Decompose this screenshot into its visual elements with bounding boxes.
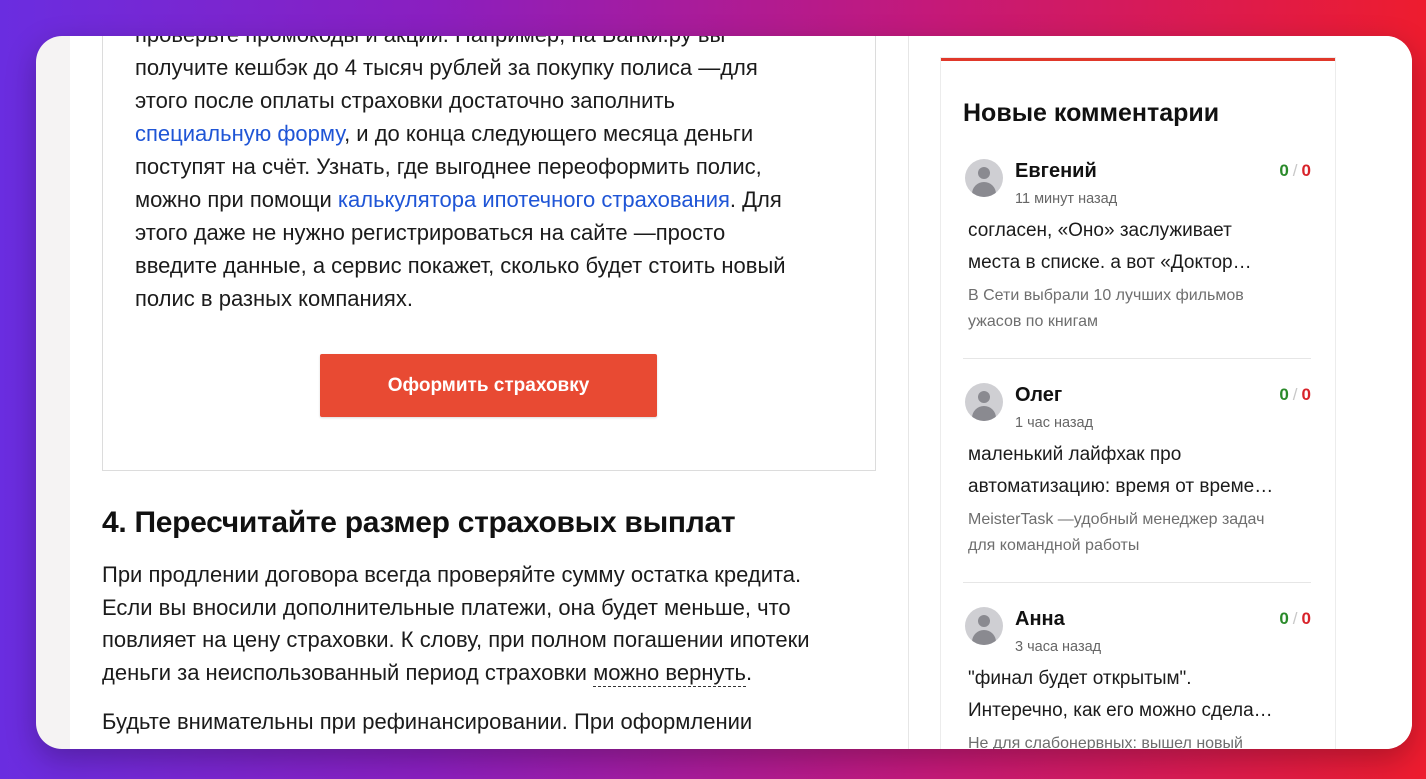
promo-line: получите кешбэк до 4 тысяч рублей за пок… (135, 55, 758, 80)
comment-item[interactable]: Олег 1 час назад 0/0 маленький лайфхак п… (963, 373, 1311, 583)
comment-text-line: места в списке. а вот «Доктор… (968, 252, 1252, 273)
article-title-line: для командной работы (968, 537, 1140, 554)
article-paragraph: При продлении договора всегда проверяйте… (102, 559, 892, 689)
comment-article-link[interactable]: MeisterTask —удобный менеджер задач для … (968, 507, 1313, 559)
paragraph-line-head: деньги за неиспользованный период страхо… (102, 659, 594, 685)
promo-line: введите данные, а сервис покажет, скольк… (135, 253, 786, 278)
promo-text: проверьте промокоды и акции. Например, н… (135, 36, 845, 315)
votes-separator: / (1292, 385, 1298, 404)
section-heading: 4. Пересчитайте размер страховых выплат (102, 506, 736, 539)
votes-separator: / (1292, 161, 1298, 180)
promo-line: этого после оплаты страховки достаточно … (135, 88, 676, 113)
paragraph-line: повлияет на цену страховки. К слову, при… (102, 627, 810, 652)
comment-text[interactable]: "финал будет открытым". Интеречно, как е… (968, 663, 1313, 727)
comment-text-line: маленький лайфхак про (968, 444, 1182, 465)
sidebar-column: Новые комментарии Евгений 11 минут назад… (908, 36, 1412, 749)
refund-tooltip-link[interactable]: можно вернуть (593, 659, 747, 687)
paragraph-line-tail: . (746, 659, 753, 685)
article-paragraph-2: Будьте внимательны при рефинансировании.… (102, 709, 753, 734)
comment-item[interactable]: Анна 3 часа назад 0/0 "финал будет откры… (963, 597, 1311, 749)
votes-down[interactable]: 0 (1302, 385, 1311, 404)
votes-down[interactable]: 0 (1302, 161, 1311, 180)
avatar-icon (965, 607, 1003, 645)
get-insurance-button[interactable]: Оформить страховку (320, 354, 657, 417)
comment-author[interactable]: Олег (1015, 384, 1062, 407)
comment-author[interactable]: Анна (1015, 608, 1065, 631)
comment-item[interactable]: Евгений 11 минут назад 0/0 согласен, «Он… (963, 149, 1311, 359)
votes-down[interactable]: 0 (1302, 609, 1311, 628)
comment-article-link[interactable]: Не для слабонервных: вышел новый (968, 731, 1313, 749)
paragraph-line: При продлении договора всегда проверяйте… (102, 562, 802, 587)
comment-time: 11 минут назад (1015, 191, 1118, 207)
article-title-line: ужасов по книгам (968, 313, 1098, 330)
article-title-line: MeisterTask —удобный менеджер задач (968, 511, 1265, 528)
promo-line: можно при помощи калькулятора ипотечного… (135, 183, 845, 216)
browser-frame: проверьте промокоды и акции. Например, н… (36, 36, 1412, 749)
comment-divider (963, 358, 1311, 359)
comment-time: 1 час назад (1015, 415, 1094, 431)
comment-votes: 0/0 (1279, 385, 1311, 405)
comment-text[interactable]: маленький лайфхак про автоматизацию: вре… (968, 439, 1313, 503)
promo-line-tail: . Для (729, 187, 782, 212)
article-title-line: Не для слабонервных: вышел новый (968, 735, 1243, 749)
comment-votes: 0/0 (1279, 609, 1311, 629)
votes-up[interactable]: 0 (1279, 609, 1288, 628)
comment-text-line: "финал будет открытым". (968, 668, 1192, 689)
comment-text[interactable]: согласен, «Оно» заслуживает места в спис… (968, 215, 1313, 279)
special-form-link[interactable]: специальную форму (135, 121, 344, 146)
promo-line-head: можно при помощи (135, 187, 338, 212)
votes-separator: / (1292, 609, 1298, 628)
promo-line: этого даже не нужно регистрироваться на … (135, 220, 726, 245)
promo-line: полис в разных компаниях. (135, 286, 413, 311)
comment-author[interactable]: Евгений (1015, 160, 1097, 183)
article-column: проверьте промокоды и акции. Например, н… (70, 36, 908, 749)
comment-divider (963, 582, 1311, 583)
avatar-icon (965, 383, 1003, 421)
paragraph-line: Если вы вносили дополнительные платежи, … (102, 594, 791, 620)
paragraph-line: деньги за неиспользованный период страхо… (102, 657, 892, 690)
comment-time: 3 часа назад (1015, 639, 1102, 655)
promo-line: поступят на счёт. Узнать, где выгоднее п… (135, 154, 762, 179)
article-title-line: В Сети выбрали 10 лучших фильмов (968, 287, 1244, 304)
comment-votes: 0/0 (1279, 161, 1311, 181)
comments-title: Новые комментарии (963, 99, 1220, 127)
votes-up[interactable]: 0 (1279, 161, 1288, 180)
comment-article-link[interactable]: В Сети выбрали 10 лучших фильмов ужасов … (968, 283, 1313, 335)
new-comments-widget: Новые комментарии Евгений 11 минут назад… (941, 58, 1335, 749)
promo-line: проверьте промокоды и акции. Например, н… (135, 36, 845, 51)
avatar-icon (965, 159, 1003, 197)
comment-text-line: согласен, «Оно» заслуживает (968, 220, 1232, 241)
mortgage-calculator-link[interactable]: калькулятора ипотечного страхования (338, 187, 730, 212)
comment-text-line: Интеречно, как его можно сдела… (968, 700, 1273, 721)
promo-box: проверьте промокоды и акции. Например, н… (102, 36, 876, 471)
comment-text-line: автоматизацию: время от време… (968, 476, 1274, 497)
promo-line: специальную форму, и до конца следующего… (135, 117, 845, 150)
promo-line-tail: , и до конца следующего месяца деньги (344, 121, 754, 146)
votes-up[interactable]: 0 (1279, 385, 1288, 404)
